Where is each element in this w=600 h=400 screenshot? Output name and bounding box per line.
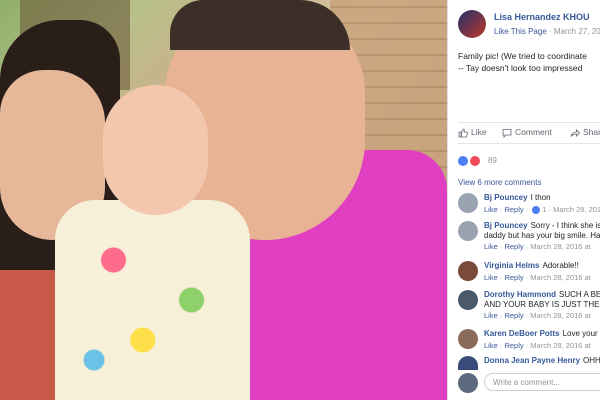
reaction-count: 89 <box>487 156 497 166</box>
like-count-icon <box>532 206 541 215</box>
post-caption: Family pic! (We tried to coordinate -- T… <box>458 50 600 74</box>
caption-line-1: Family pic! (We tried to coordinate <box>458 51 587 61</box>
post-actions: Like Comment Share <box>458 122 600 144</box>
comment-item: Karen DeBoer Potts Love your Like · Reply… <box>458 329 600 359</box>
post-photo[interactable] <box>0 0 447 400</box>
write-comment-row: Write a comment... <box>458 373 600 393</box>
comment-icon <box>502 128 512 138</box>
commenter-avatar[interactable] <box>458 261 478 281</box>
comment-item: Virginia Helms Adorable!! Like · Reply · … <box>458 261 600 291</box>
comment-reply-link[interactable]: Reply <box>504 205 523 214</box>
comment-like-link[interactable]: Like <box>484 205 498 214</box>
comment-text: SUCH A BE <box>559 290 600 299</box>
share-icon <box>570 128 580 137</box>
man-hair <box>170 0 350 50</box>
comment-like-link[interactable]: Like <box>484 311 498 320</box>
commenter-name[interactable]: Bj Pouncey <box>484 221 528 230</box>
commenter-avatar[interactable] <box>458 221 478 241</box>
comment-text: I thon <box>530 193 551 202</box>
comment-text-line-2: AND YOUR BABY IS JUST THE <box>484 300 600 309</box>
comment-text-line-2: daddy but has your big smile. Ha <box>484 231 600 240</box>
comment-date[interactable]: March 28, 2016 at <box>530 242 590 251</box>
comment-reply-link[interactable]: Reply <box>504 311 523 320</box>
like-button[interactable]: Like <box>458 127 487 138</box>
like-reaction-icon <box>458 155 468 166</box>
reactions-summary[interactable]: 89 <box>458 152 497 166</box>
comment-item: Donna Jean Payne Henry OHH <box>458 356 600 370</box>
comment-meta: Like · Reply · 1 · March 28, 2016 <box>484 205 600 215</box>
comment-date[interactable]: March 28, 2016 at <box>530 341 590 350</box>
comment-label: Comment <box>515 127 552 137</box>
comment-meta: Like · Reply · March 28, 2016 at <box>484 341 591 350</box>
comment-meta: Like · Reply · March 28, 2016 at <box>484 273 591 282</box>
comment-reply-link[interactable]: Reply <box>504 242 523 251</box>
comment-item: Bj Pouncey I thon Like · Reply · 1 · Marc… <box>458 193 600 223</box>
like-label: Like <box>471 127 487 137</box>
comment-meta: Like · Reply · March 28, 2016 at <box>484 311 591 320</box>
comment-like-link[interactable]: Like <box>484 273 498 282</box>
commenter-name[interactable]: Virginia Helms <box>484 261 539 270</box>
commenter-name[interactable]: Dorothy Hammond <box>484 290 556 299</box>
commenter-avatar[interactable] <box>458 329 478 349</box>
comment-reply-link[interactable]: Reply <box>504 273 523 282</box>
commenter-name[interactable]: Donna Jean Payne Henry <box>484 356 580 365</box>
comment-date[interactable]: March 28, 2016 at <box>530 311 590 320</box>
write-comment-input[interactable]: Write a comment... <box>484 373 600 391</box>
comment-date[interactable]: March 28, 2016 at <box>530 273 590 282</box>
comment-item: Bj Pouncey Sorry - I think she is daddy b… <box>458 221 600 251</box>
comment-like-link[interactable]: Like <box>484 341 498 350</box>
post-date[interactable]: March 27, 2016 <box>554 27 600 36</box>
comment-text: OHH <box>583 356 600 365</box>
author-name[interactable]: Lisa Hernandez KHOU <box>494 12 590 22</box>
comment-meta: Like · Reply · March 28, 2016 at <box>484 242 591 251</box>
comment-date[interactable]: March 28, 2016 <box>553 205 600 214</box>
comment-text: Adorable!! <box>542 261 579 270</box>
current-user-avatar <box>458 373 478 393</box>
caption-line-2: -- Tay doesn't look too impressed <box>458 63 583 73</box>
comment-like-link[interactable]: Like <box>484 242 498 251</box>
commenter-name[interactable]: Bj Pouncey <box>484 193 528 202</box>
author-avatar[interactable] <box>458 10 486 38</box>
commenter-avatar[interactable] <box>458 356 478 370</box>
love-reaction-icon <box>470 155 481 166</box>
baby-dress <box>55 200 250 400</box>
share-label: Share <box>583 127 600 137</box>
commenter-avatar[interactable] <box>458 193 478 213</box>
post-side-panel: Lisa Hernandez KHOU Like This Page · Mar… <box>447 0 600 400</box>
comment-like-count: 1 <box>542 205 547 214</box>
commenter-name[interactable]: Karen DeBoer Potts <box>484 329 560 338</box>
view-more-comments-link[interactable]: View 6 more comments <box>458 178 541 187</box>
comment-text-line: Dorothy Hammond SUCH A BE <box>484 290 600 299</box>
share-button[interactable]: Share <box>570 127 600 138</box>
post-header: Lisa Hernandez KHOU Like This Page · Mar… <box>458 10 600 44</box>
post-subline: Like This Page · March 27, 2016 <box>494 27 600 36</box>
comment-text-line: Virginia Helms Adorable!! <box>484 261 579 270</box>
comment-item: Dorothy Hammond SUCH A BE AND YOUR BABY I… <box>458 290 600 320</box>
thumbs-up-icon <box>458 128 468 138</box>
comment-reply-link[interactable]: Reply <box>504 341 523 350</box>
commenter-avatar[interactable] <box>458 290 478 310</box>
comment-text-line: Donna Jean Payne Henry OHH <box>484 356 600 365</box>
comment-text-line: Bj Pouncey Sorry - I think she is <box>484 221 600 230</box>
comment-button[interactable]: Comment <box>502 127 552 138</box>
comment-text-line: Karen DeBoer Potts Love your <box>484 329 598 338</box>
like-page-link[interactable]: Like This Page <box>494 27 547 36</box>
comment-text-line: Bj Pouncey I thon <box>484 193 551 202</box>
baby-face <box>103 85 208 215</box>
comment-text: Love your <box>562 329 598 338</box>
comment-text: Sorry - I think she is <box>530 221 600 230</box>
